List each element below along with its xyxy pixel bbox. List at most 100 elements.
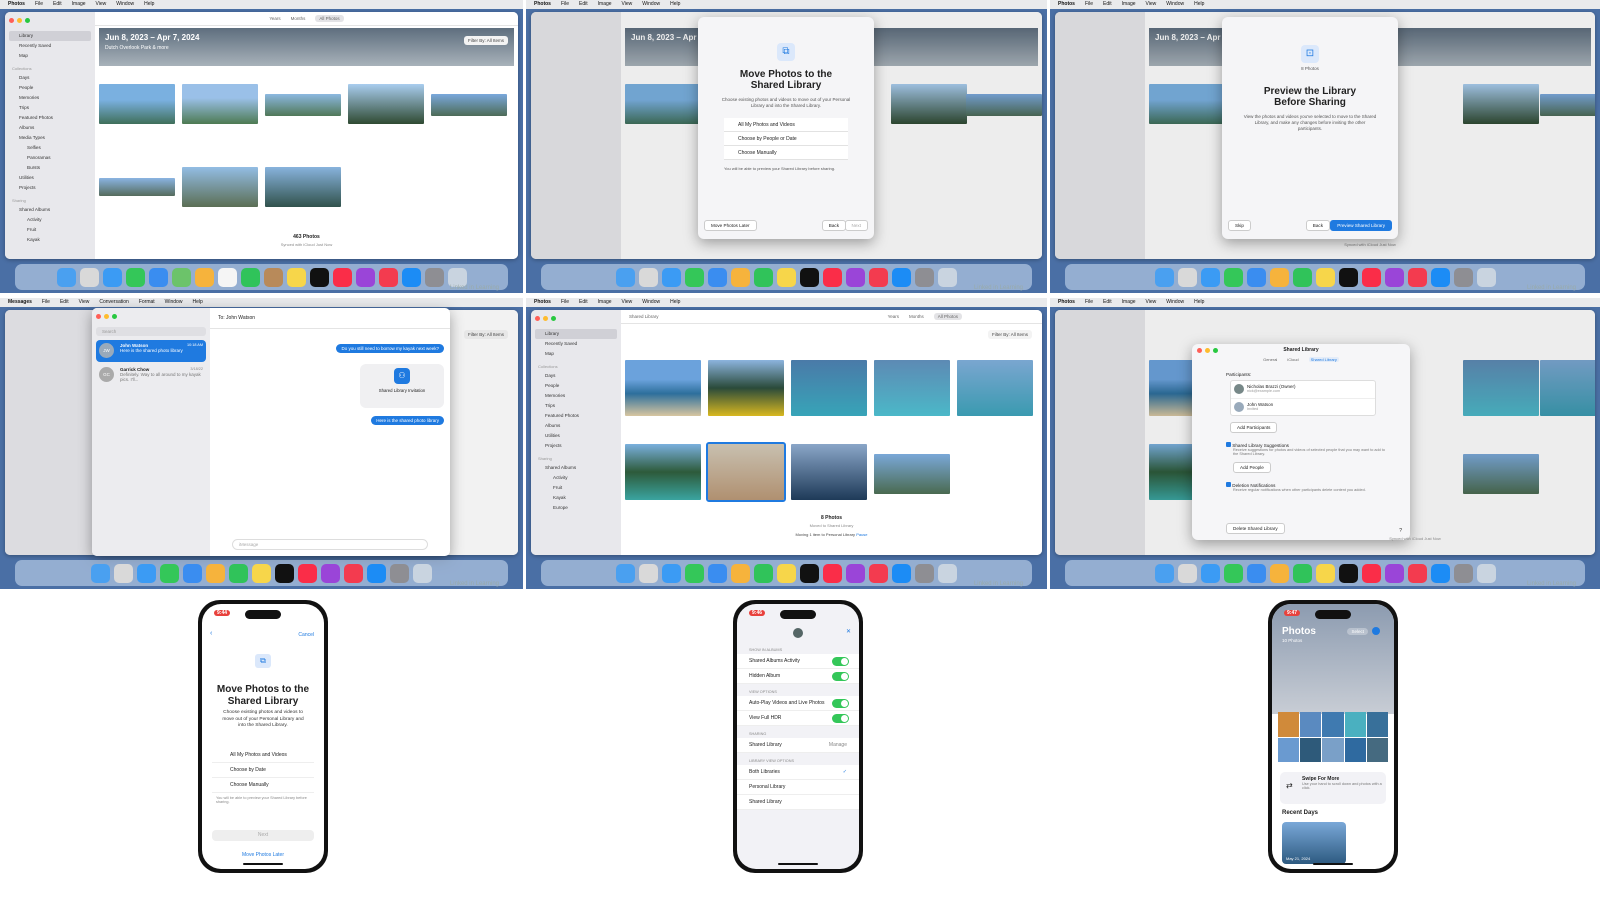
photos-icon[interactable]	[731, 267, 750, 287]
photo-thumb[interactable]	[1278, 737, 1300, 762]
facetime-icon[interactable]	[754, 267, 773, 287]
facetime-icon[interactable]	[229, 563, 248, 583]
menu-image[interactable]: Image	[72, 0, 86, 9]
safari-icon[interactable]	[1200, 267, 1220, 287]
menu-image[interactable]: Image	[1122, 298, 1136, 307]
mail-icon[interactable]	[1246, 563, 1266, 583]
filter-dropdown[interactable]: Filter By: All Items	[987, 330, 1032, 339]
photo-thumb[interactable]	[625, 360, 701, 416]
launchpad-icon[interactable]	[639, 563, 658, 583]
appstore-icon[interactable]	[892, 563, 911, 583]
sidebar-item-people[interactable]: People	[535, 381, 617, 391]
sidebar-item-days[interactable]: Days	[9, 73, 91, 83]
photo-thumb[interactable]	[182, 84, 258, 124]
finder-icon[interactable]	[1154, 563, 1174, 583]
menu-help[interactable]: Help	[670, 298, 680, 307]
launchpad-icon[interactable]	[79, 267, 99, 287]
add-people-button[interactable]: Add People	[1233, 462, 1271, 473]
finder-icon[interactable]	[616, 267, 635, 287]
appstore-icon[interactable]	[1430, 267, 1450, 287]
menu-view[interactable]: View	[79, 298, 90, 307]
back-button[interactable]: Back	[1305, 220, 1330, 231]
facetime-icon[interactable]	[240, 267, 260, 287]
podcasts-icon[interactable]	[1384, 267, 1404, 287]
sidebar-item-recent[interactable]: Recently Saved	[535, 339, 617, 349]
notes-icon[interactable]	[1315, 267, 1335, 287]
conversation-item[interactable]: GC Garrick Chow Definitely. Way to all a…	[96, 364, 206, 386]
toggle-row[interactable]: Hidden Album	[737, 669, 859, 684]
settings-icon[interactable]	[915, 563, 934, 583]
appstore-icon[interactable]	[401, 267, 421, 287]
close-icon[interactable]: ✕	[846, 628, 851, 635]
menu-view[interactable]: View	[622, 0, 633, 9]
toggle-row[interactable]: Shared Albums Activity	[737, 654, 859, 669]
tab-icloud[interactable]: iCloud	[1287, 357, 1298, 362]
next-button[interactable]: Next	[844, 220, 868, 231]
appstore-icon[interactable]	[892, 267, 911, 287]
mail-icon[interactable]	[1246, 267, 1266, 287]
photo-thumb[interactable]	[1366, 737, 1388, 762]
safari-icon[interactable]	[662, 267, 681, 287]
menu-help[interactable]: Help	[670, 0, 680, 9]
message-input[interactable]: iMessage	[232, 539, 428, 550]
menu-conversation[interactable]: Conversation	[99, 298, 128, 307]
search-input[interactable]: Search	[96, 327, 206, 336]
notes-icon[interactable]	[286, 267, 306, 287]
participant-row[interactable]: John Watson Invited	[1231, 398, 1375, 415]
option-by-people-date[interactable]: Choose by People or Date	[724, 132, 848, 146]
menu-image[interactable]: Image	[1122, 0, 1136, 9]
menu-help[interactable]: Help	[192, 298, 202, 307]
help-icon[interactable]: ?	[1399, 528, 1402, 534]
toggle-row[interactable]: Auto-Play Videos and Live Photos	[737, 696, 859, 711]
search-icon[interactable]	[1372, 627, 1380, 635]
menu-window[interactable]: Window	[116, 0, 134, 9]
menu-view[interactable]: View	[622, 298, 633, 307]
news-icon[interactable]	[869, 563, 888, 583]
tab-months[interactable]: Months	[909, 314, 924, 319]
menu-edit[interactable]: Edit	[53, 0, 62, 9]
reminders-icon[interactable]	[217, 267, 237, 287]
photo-thumb[interactable]	[625, 444, 701, 500]
trash-icon[interactable]	[938, 563, 957, 583]
toggle-row[interactable]: View Full HDR	[737, 711, 859, 726]
photo-thumb[interactable]	[431, 94, 507, 116]
close-icon[interactable]	[535, 316, 540, 321]
suggestions-checkbox[interactable]	[1226, 442, 1231, 447]
toggle-switch[interactable]	[832, 699, 849, 708]
sidebar-item-projects[interactable]: Projects	[9, 183, 91, 193]
sidebar-item-library[interactable]: Library	[9, 31, 91, 41]
filter-dropdown[interactable]: Filter By: All Items	[463, 36, 508, 45]
toggle-switch[interactable]	[832, 657, 849, 666]
tv-icon[interactable]	[1338, 267, 1358, 287]
menu-app[interactable]: Photos	[1058, 0, 1075, 9]
photo-thumb[interactable]	[1322, 712, 1344, 737]
finder-icon[interactable]	[1154, 267, 1174, 287]
photo-thumb[interactable]	[1344, 712, 1366, 737]
trash-icon[interactable]	[938, 267, 957, 287]
menu-edit[interactable]: Edit	[1103, 0, 1112, 9]
photos-icon[interactable]	[731, 563, 750, 583]
photo-thumb[interactable]	[957, 360, 1033, 416]
notes-icon[interactable]	[1315, 563, 1335, 583]
appstore-icon[interactable]	[367, 563, 386, 583]
option-all-photos[interactable]: All My Photos and Videos	[212, 748, 314, 763]
facetime-icon[interactable]	[1292, 563, 1312, 583]
launchpad-icon[interactable]	[1177, 267, 1197, 287]
menu-help[interactable]: Help	[144, 0, 154, 9]
tab-years[interactable]: Years	[269, 16, 280, 21]
swipe-card[interactable]: ⇄ Swipe For More Use your hand to scroll…	[1280, 772, 1386, 804]
news-icon[interactable]	[344, 563, 363, 583]
recent-day-card[interactable]: May 21, 2024	[1282, 822, 1346, 864]
photos-icon[interactable]	[1269, 267, 1289, 287]
music-icon[interactable]	[823, 563, 842, 583]
shared-library-row[interactable]: Shared Library Manage	[737, 738, 859, 753]
tv-icon[interactable]	[800, 563, 819, 583]
news-icon[interactable]	[1407, 563, 1427, 583]
menu-window[interactable]: Window	[642, 0, 660, 9]
podcasts-icon[interactable]	[1384, 563, 1404, 583]
finder-icon[interactable]	[616, 563, 635, 583]
menu-app[interactable]: Photos	[534, 0, 551, 9]
back-button[interactable]: Back	[821, 220, 846, 231]
menu-window[interactable]: Window	[642, 298, 660, 307]
messages-icon[interactable]	[160, 563, 179, 583]
